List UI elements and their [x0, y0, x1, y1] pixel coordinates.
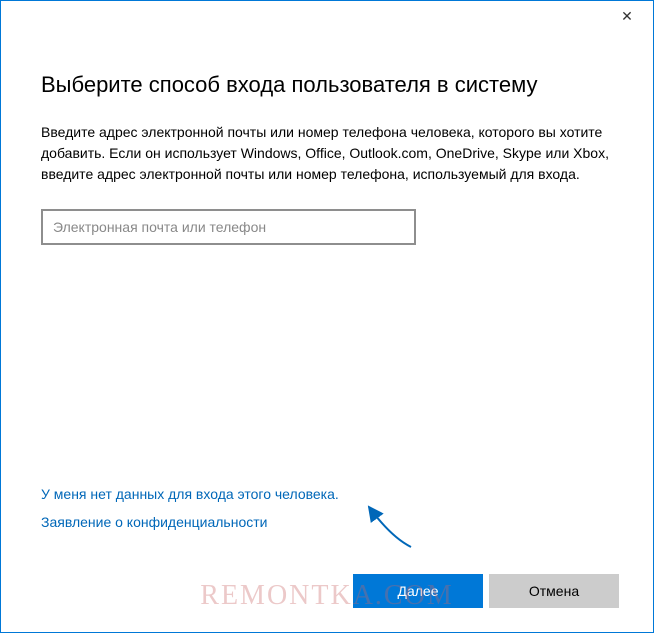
cancel-button[interactable]: Отмена: [489, 574, 619, 608]
arrow-annotation-icon: [361, 502, 421, 552]
no-signin-data-link[interactable]: У меня нет данных для входа этого челове…: [41, 486, 339, 502]
next-button[interactable]: Далее: [353, 574, 483, 608]
close-button[interactable]: ✕: [613, 2, 641, 30]
close-icon: ✕: [621, 8, 633, 25]
dialog-content: Выберите способ входа пользователя в сис…: [1, 31, 653, 245]
titlebar: ✕: [1, 1, 653, 31]
page-description: Введите адрес электронной почты или номе…: [41, 122, 613, 185]
link-group: У меня нет данных для входа этого челове…: [41, 486, 339, 542]
email-phone-input[interactable]: [41, 209, 416, 245]
privacy-statement-link[interactable]: Заявление о конфиденциальности: [41, 514, 339, 530]
dialog-footer: Далее Отмена: [353, 574, 619, 608]
page-title: Выберите способ входа пользователя в сис…: [41, 71, 613, 100]
